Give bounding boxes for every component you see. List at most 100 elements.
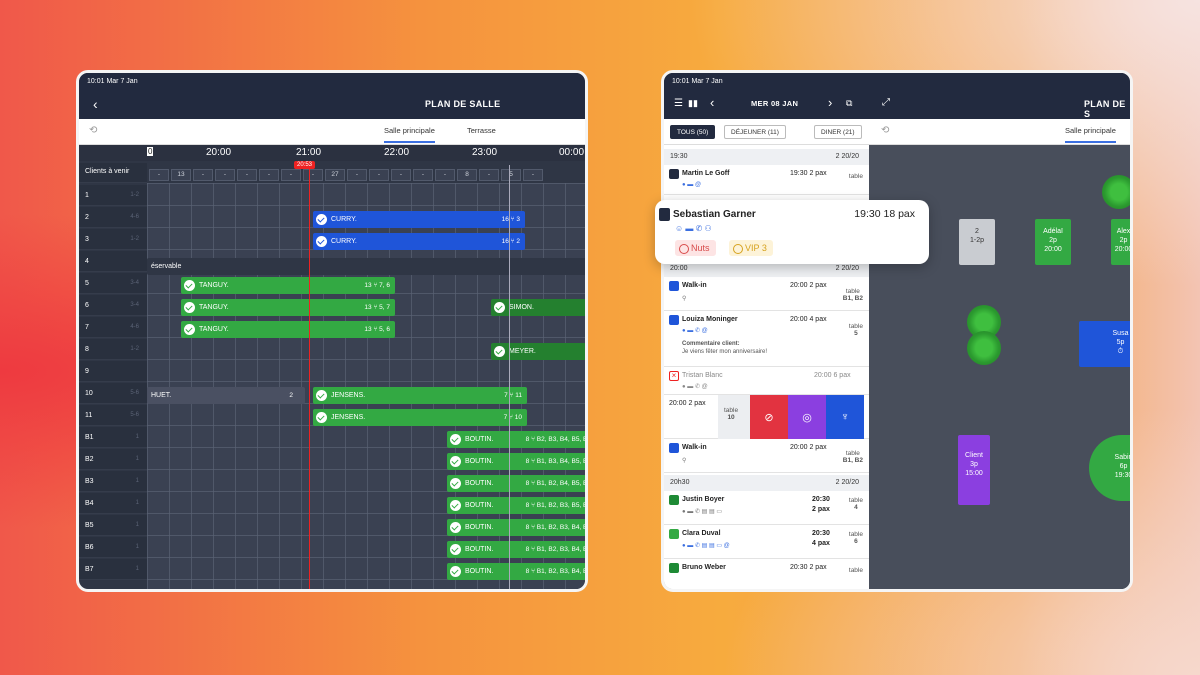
slot-count: - [259, 169, 279, 181]
table-row-label[interactable]: B4 1 [79, 493, 147, 514]
slot-count: 5 [501, 169, 521, 181]
table-susan[interactable]: Susa 5p ⏱ [1079, 321, 1130, 367]
slot-count: 27 [325, 169, 345, 181]
table-row-label[interactable]: 3 1-2 [79, 229, 147, 250]
table-row-label[interactable]: 7 4-6 [79, 317, 147, 338]
table-client[interactable]: Client 3p 15:00 [958, 435, 990, 505]
walkin-icon [669, 281, 679, 291]
table-row-label[interactable]: B1 1 [79, 427, 147, 448]
reservation-bar[interactable]: TANGUY. 13 ⑂ 5, 6 [181, 321, 395, 338]
tab-salle-principale[interactable]: Salle principale [1065, 126, 1116, 143]
time-label: 00:00 [559, 147, 585, 158]
confirmed-icon [669, 563, 679, 573]
cancel-action-button[interactable]: ⊘ [750, 395, 788, 439]
table-2[interactable]: 2 1-2p [959, 219, 995, 265]
contact-icons: ● ▬ ✆ @ [682, 384, 708, 390]
table-alex[interactable]: Alex 2p 20:00 [1111, 219, 1130, 265]
reservation-bar[interactable]: JENSENS. 7 ⑂ 10 [313, 409, 527, 426]
reservation-item[interactable]: Walk-in 20:00 2 pax table B1, B2 ⚲ [664, 277, 869, 311]
contact-icons: ● ▬ @ [682, 182, 702, 188]
confirmed-icon [669, 529, 679, 539]
slot-count: - [193, 169, 213, 181]
reservation-item[interactable]: Martin Le Goff 19:30 2 pax table ● ▬ @ [664, 165, 869, 195]
table-row-label[interactable]: B2 1 [79, 449, 147, 470]
reservation-bar[interactable]: BOUTIN. 8 ⑂ B1, B2, B3, B4, B6 [447, 519, 585, 536]
prev-day-icon[interactable]: ‹ [710, 95, 714, 110]
menu-icon[interactable]: ☰ [674, 98, 683, 109]
reservation-item[interactable]: × Tristan Blanc 20:00 6 pax ● ▬ ✆ @ [664, 367, 869, 395]
current-time-label: 20:53 [294, 161, 316, 169]
reservation-bar[interactable]: CURRY. 16 ⑂ 3 [313, 211, 525, 228]
service-filters: TOUS (50) DÉJEUNER (11) DINER (21) [664, 119, 869, 145]
reservation-bar[interactable]: JENSENS. 7 ⑂ 11 [313, 387, 527, 404]
table-row-label[interactable]: 11 5-6 [79, 405, 147, 426]
table-row-label[interactable]: B5 1 [79, 515, 147, 536]
reservable-row: éservable [147, 258, 585, 275]
filter-dinner[interactable]: DINER (21) [814, 125, 862, 139]
table-row-label[interactable]: B3 1 [79, 471, 147, 492]
reservation-bar[interactable]: MEYER. [491, 343, 585, 360]
reservation-item[interactable]: Justin Boyer 20:30 2 pax table 4 ● ▬ ✆ ▤ … [664, 491, 869, 525]
time-label: 22:00 [384, 147, 410, 158]
table-row-label[interactable]: 10 5-6 [79, 383, 147, 404]
table-row-label[interactable]: B7 1 [79, 559, 147, 580]
table-row-label[interactable]: 1 1-2 [79, 185, 147, 206]
tab-salle-principale[interactable]: Salle principale [384, 126, 435, 143]
time-section-header[interactable]: 20h30 2 20/20 [664, 475, 869, 491]
table-row-label[interactable]: 8 1-2 [79, 339, 147, 360]
reservation-bar[interactable]: SIMON. [491, 299, 585, 316]
expand-icon[interactable]: ⤢ [882, 97, 890, 108]
page-title: PLAN DE SALLE [425, 99, 501, 109]
reservation-item[interactable]: Clara Duval 20:30 4 pax table 6 ● ▬ ✆ ▤ ▤… [664, 525, 869, 559]
table-row-label[interactable]: 2 4-6 [79, 207, 147, 228]
table-sabine[interactable]: Sabin 6p 19:30 [1089, 435, 1130, 501]
seat-action-button[interactable]: ♆ [826, 395, 864, 439]
allergy-tag: Nuts [675, 240, 716, 256]
reservation-detail-card[interactable]: Sebastian Garner 19:30 18 pax ☺ ▬ ✆ ⚇ Nu… [655, 200, 929, 264]
reservation-bar[interactable]: HUET. 2 [147, 387, 305, 404]
marker-line [509, 165, 510, 589]
reservation-bar[interactable]: CURRY. 16 ⑂ 2 [313, 233, 525, 250]
slot-count: - [391, 169, 411, 181]
filter-lunch[interactable]: DÉJEUNER (11) [724, 125, 786, 139]
copy-icon[interactable]: ⧉ [846, 98, 852, 109]
contact-icons: ● ▬ ✆ ▤ ▤ ▭ [682, 509, 722, 515]
cancelled-icon: × [669, 371, 679, 381]
next-day-icon[interactable]: › [828, 95, 832, 110]
refresh-icon[interactable]: ⟲ [881, 125, 889, 136]
stats-icon[interactable]: ▮▮ [688, 98, 698, 109]
table-row-label[interactable]: 5 3-4 [79, 273, 147, 294]
plant-decoration [967, 331, 1001, 365]
table-adelaide[interactable]: Adélaï 2p 20:00 [1035, 219, 1071, 265]
slot-count: - [369, 169, 389, 181]
table-row-label[interactable]: 6 3-4 [79, 295, 147, 316]
slot-count: - [347, 169, 367, 181]
filter-all[interactable]: TOUS (50) [670, 125, 716, 139]
table-row-label[interactable]: 4 [79, 251, 147, 272]
back-icon[interactable]: ‹ [93, 96, 98, 112]
reservation-bar[interactable]: TANGUY. 13 ⑂ 5, 7 [181, 299, 395, 316]
current-date[interactable]: MER 08 JAN [751, 99, 798, 108]
reservation-item[interactable]: Bruno Weber 20:30 2 pax table [664, 559, 869, 589]
locate-action-button[interactable]: ◎ [788, 395, 826, 439]
reservation-bar[interactable]: BOUTIN. 8 ⑂ B1, B2, B3, B5, B6 [447, 497, 585, 514]
reservation-bar[interactable]: BOUTIN. 8 ⑂ B1, B2, B3, B4, B5 [447, 563, 585, 580]
table-row-label[interactable]: B6 1 [79, 537, 147, 558]
reservation-bar[interactable]: BOUTIN. 8 ⑂ B2, B3, B4, B5, B6 [447, 431, 585, 448]
reservation-item[interactable]: Walk-in 20:00 2 pax table B1, B2 ⚲ [664, 439, 869, 473]
reservation-bar[interactable]: BOUTIN. 8 ⑂ B1, B2, B4, B5, B6 [447, 475, 585, 492]
time-section-header[interactable]: 19:30 2 20/20 [664, 149, 869, 165]
reservation-icon [669, 169, 679, 179]
reservation-item[interactable]: Louiza Moninger 20:00 4 pax table 5 ● ▬ ✆… [664, 311, 869, 367]
reservation-bar[interactable]: BOUTIN. 8 ⑂ B1, B3, B4, B5, B6 [447, 453, 585, 470]
contact-icons: ● ▬ ✆ @ [682, 328, 708, 334]
tab-terrasse[interactable]: Terrasse [467, 126, 496, 135]
table-row-label[interactable]: 9 [79, 361, 147, 382]
reservation-bar[interactable]: TANGUY. 13 ⑂ 7, 6 [181, 277, 395, 294]
slot-count: - [281, 169, 301, 181]
slot-count: - [237, 169, 257, 181]
reservation-bar[interactable]: BOUTIN. 8 ⑂ B1, B2, B3, B4, B5 [447, 541, 585, 558]
swiped-reservation[interactable]: 20:00 2 pax table 10 ⊘ ◎ ♆ [664, 395, 869, 439]
count-row: -13- - - - - -27- - - - -8-5- [79, 169, 585, 183]
refresh-icon[interactable]: ⟲ [89, 125, 97, 136]
